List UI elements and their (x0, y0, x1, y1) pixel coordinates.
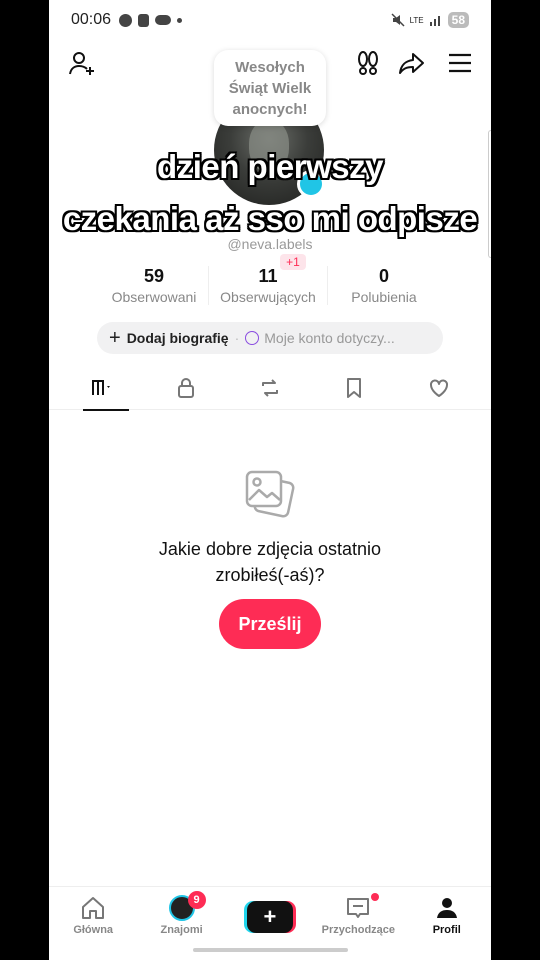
cloud-icon (155, 15, 172, 25)
notification-icon (138, 13, 150, 27)
photos-icon (245, 470, 295, 518)
share-icon[interactable] (397, 48, 427, 78)
home-icon (82, 897, 105, 919)
caption-line-1: dzień pierwszy (157, 148, 383, 185)
upload-button[interactable]: Prześlij (219, 599, 321, 649)
username: @neva.labels (227, 236, 313, 252)
stat-following[interactable]: 59 Obserwowani (100, 266, 208, 305)
network-type: LTE (409, 15, 424, 25)
battery-indicator: 58 (447, 12, 469, 28)
bottom-nav: Główna 9 Znajomi + Przychodzące Profil (49, 886, 491, 946)
messenger-icon (119, 13, 133, 27)
inbox-icon (347, 898, 370, 918)
more-dot-icon (177, 17, 183, 23)
nav-profile[interactable]: Profil (404, 887, 490, 946)
inbox-notification-dot (371, 893, 380, 901)
create-button[interactable]: + (246, 901, 293, 933)
menu-icon[interactable] (445, 48, 475, 78)
add-bio-button[interactable]: + Dodaj biografię (109, 327, 229, 350)
tab-private[interactable] (156, 366, 216, 410)
profile-stats: 59 Obserwowani 11 Obserwujących 0 Polubi… (49, 266, 491, 305)
empty-state-title: Jakie dobre zdjęcia ostatnio zrobiłeś(-a… (158, 539, 382, 585)
bio-row: + Dodaj biografię · Moje konto dotyczy..… (97, 322, 443, 354)
heart-icon (429, 379, 448, 397)
greeting-bubble: Wesołych Świąt Wielk anocnych! (214, 50, 326, 126)
smile-icon (245, 331, 260, 345)
friends-badge: 9 (187, 891, 206, 909)
tab-videos[interactable] (71, 366, 131, 411)
tab-liked[interactable] (409, 366, 469, 410)
nav-friends[interactable]: 9 Znajomi (139, 887, 225, 946)
side-handle[interactable] (488, 130, 491, 258)
profile-icon (436, 898, 457, 918)
caption-line-2: czekania aż sso mi odpisze (62, 200, 478, 237)
nav-create[interactable]: + (227, 887, 313, 946)
plus-icon: + (109, 326, 121, 349)
nav-inbox[interactable]: Przychodzące (315, 887, 401, 946)
about-account-button[interactable]: Moje konto dotyczy... (264, 330, 394, 346)
stat-likes[interactable]: 0 Polubienia (328, 266, 440, 305)
home-indicator[interactable] (193, 948, 348, 952)
status-time: 00:06 (71, 11, 112, 28)
tab-reposts[interactable] (240, 366, 300, 410)
tab-saved[interactable] (324, 366, 384, 410)
add-friend-icon[interactable] (67, 48, 97, 78)
footprints-icon[interactable] (353, 48, 383, 78)
phone-screen: 00:06 LTE 58 Wesołych Świąt Wielk anocny… (49, 0, 491, 960)
nav-home[interactable]: Główna (50, 887, 136, 946)
repost-icon (261, 379, 278, 397)
signal-icon (429, 16, 440, 26)
lock-icon (177, 378, 194, 398)
bookmark-icon (347, 378, 362, 398)
stat-followers[interactable]: 11 Obserwujących (208, 266, 328, 305)
grid-icon (92, 380, 111, 395)
content-tabs (49, 366, 491, 411)
mute-icon (391, 13, 405, 27)
status-bar: 00:06 LTE 58 (49, 0, 491, 40)
